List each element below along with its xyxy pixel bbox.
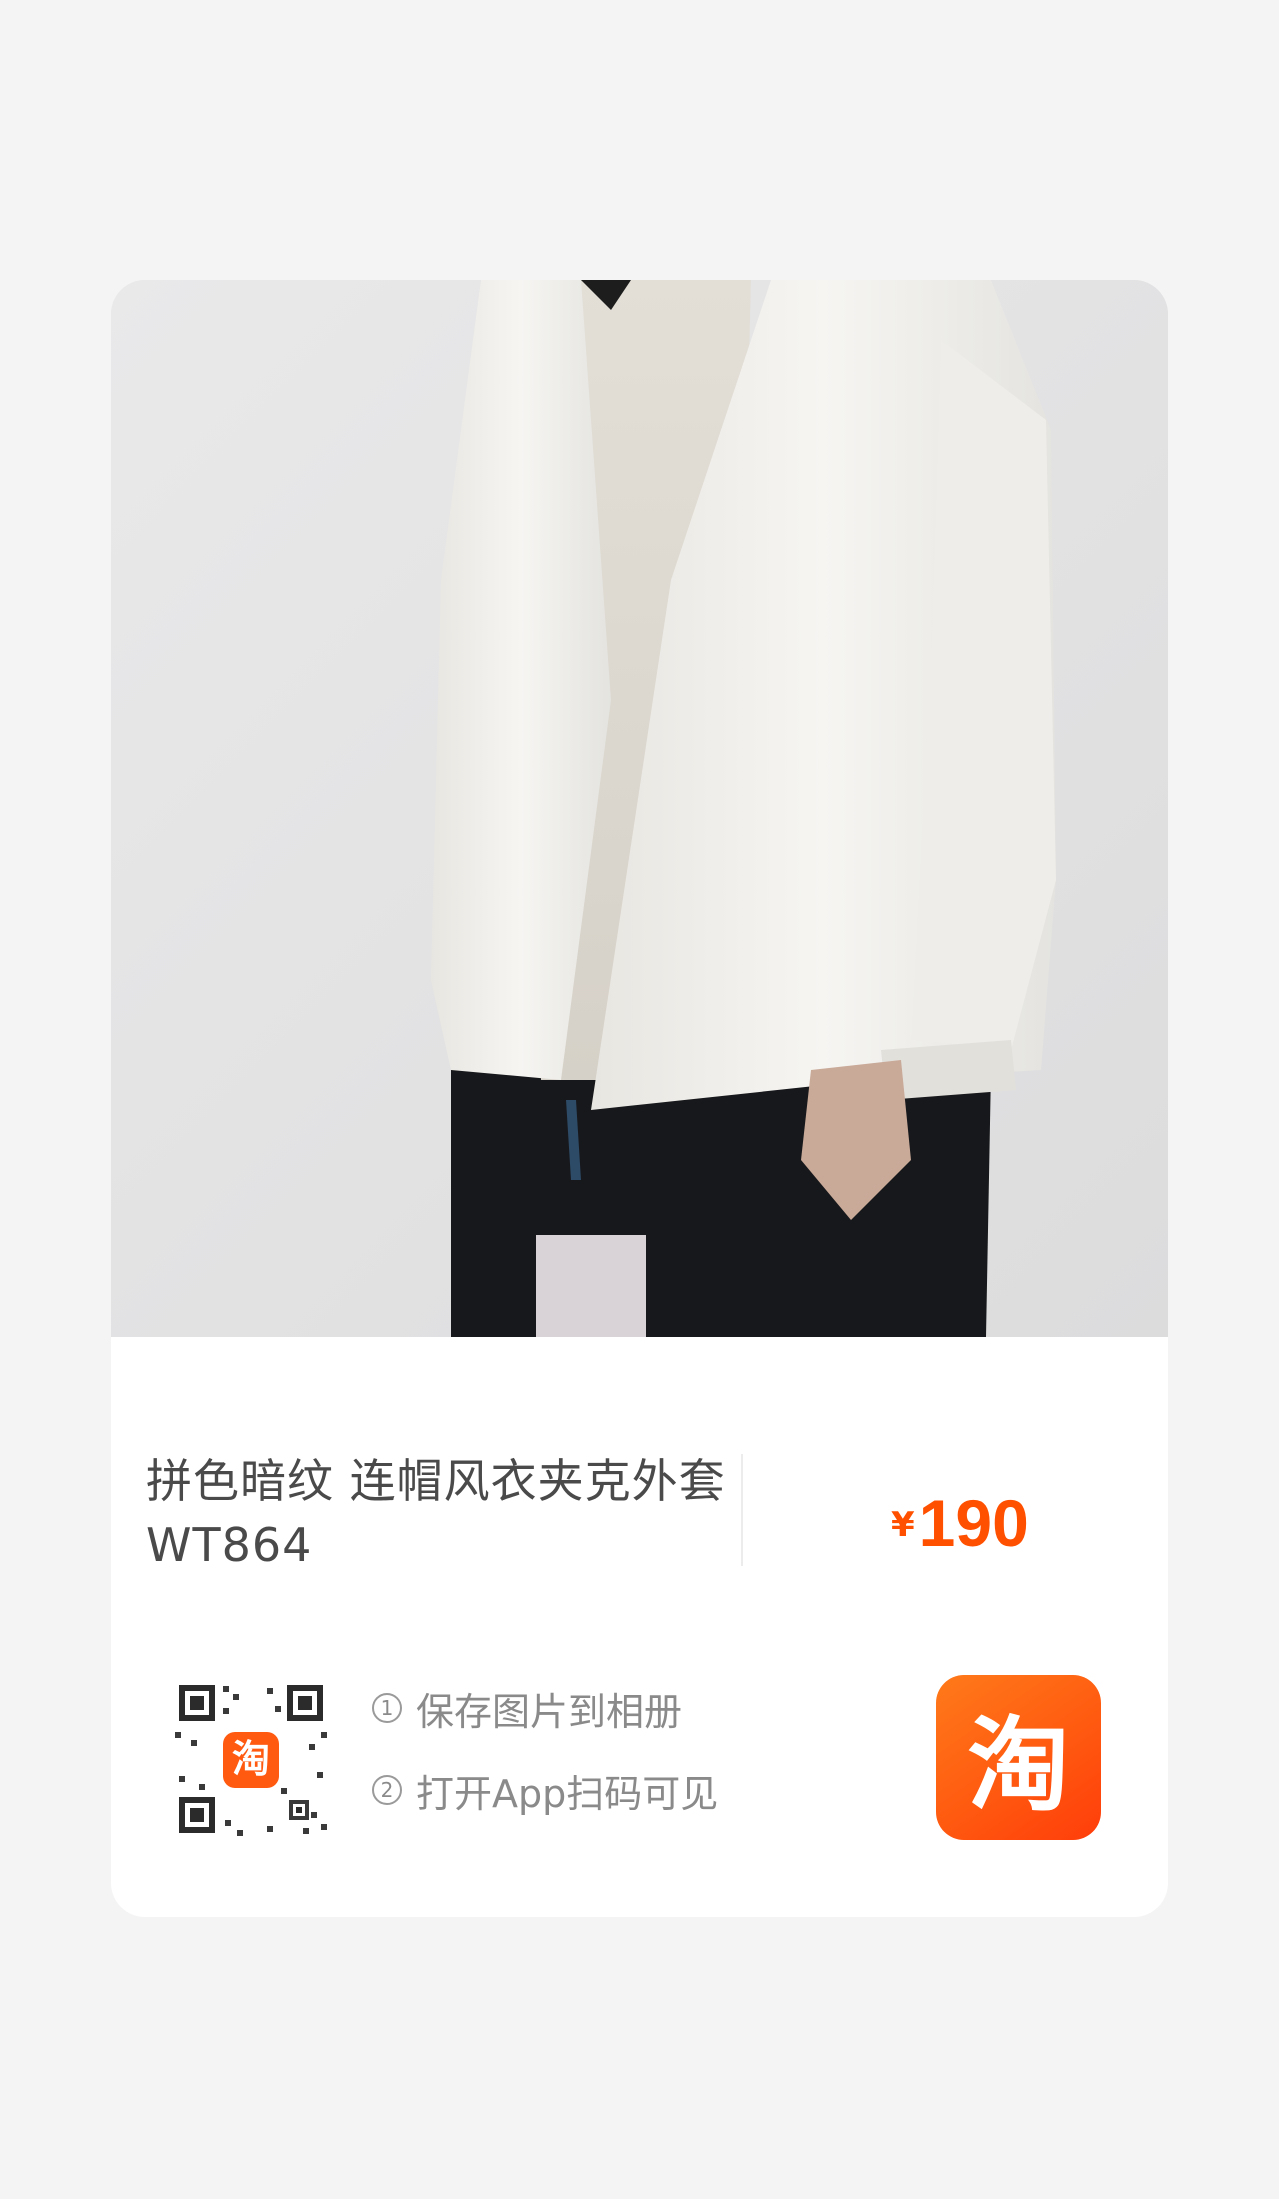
product-image[interactable]: [111, 280, 1168, 1337]
product-title[interactable]: 拼色暗纹 连帽风衣夹克外套 WT864: [146, 1449, 726, 1577]
step-save-image: 1 保存图片到相册: [372, 1682, 718, 1734]
taobao-app-icon-char: 淘: [967, 1707, 1070, 1826]
qr-code: 淘: [171, 1680, 331, 1840]
share-card: 拼色暗纹 连帽风衣夹克外套 WT864 ¥190 淘 1 保存图片到相册 2 打…: [111, 280, 1168, 1917]
step-number-icon: 1: [372, 1693, 402, 1723]
product-info: 拼色暗纹 连帽风衣夹克外套 WT864 ¥190 淘 1 保存图片到相册 2 打…: [111, 1337, 1168, 1917]
step-number-icon: 2: [372, 1775, 402, 1805]
taobao-app-icon[interactable]: 淘: [936, 1675, 1101, 1840]
step-open-app: 2 打开App扫码可见: [372, 1764, 718, 1816]
price-amount: 190: [918, 1486, 1029, 1560]
share-steps: 1 保存图片到相册 2 打开App扫码可见: [372, 1682, 718, 1846]
step-save-image-label: 保存图片到相册: [416, 1689, 683, 1734]
price-currency: ¥: [891, 1505, 915, 1545]
step-open-app-label: 打开App扫码可见: [416, 1771, 719, 1816]
qr-logo-char: 淘: [232, 1737, 270, 1781]
product-price: ¥190: [891, 1485, 1029, 1561]
divider: [741, 1454, 743, 1566]
